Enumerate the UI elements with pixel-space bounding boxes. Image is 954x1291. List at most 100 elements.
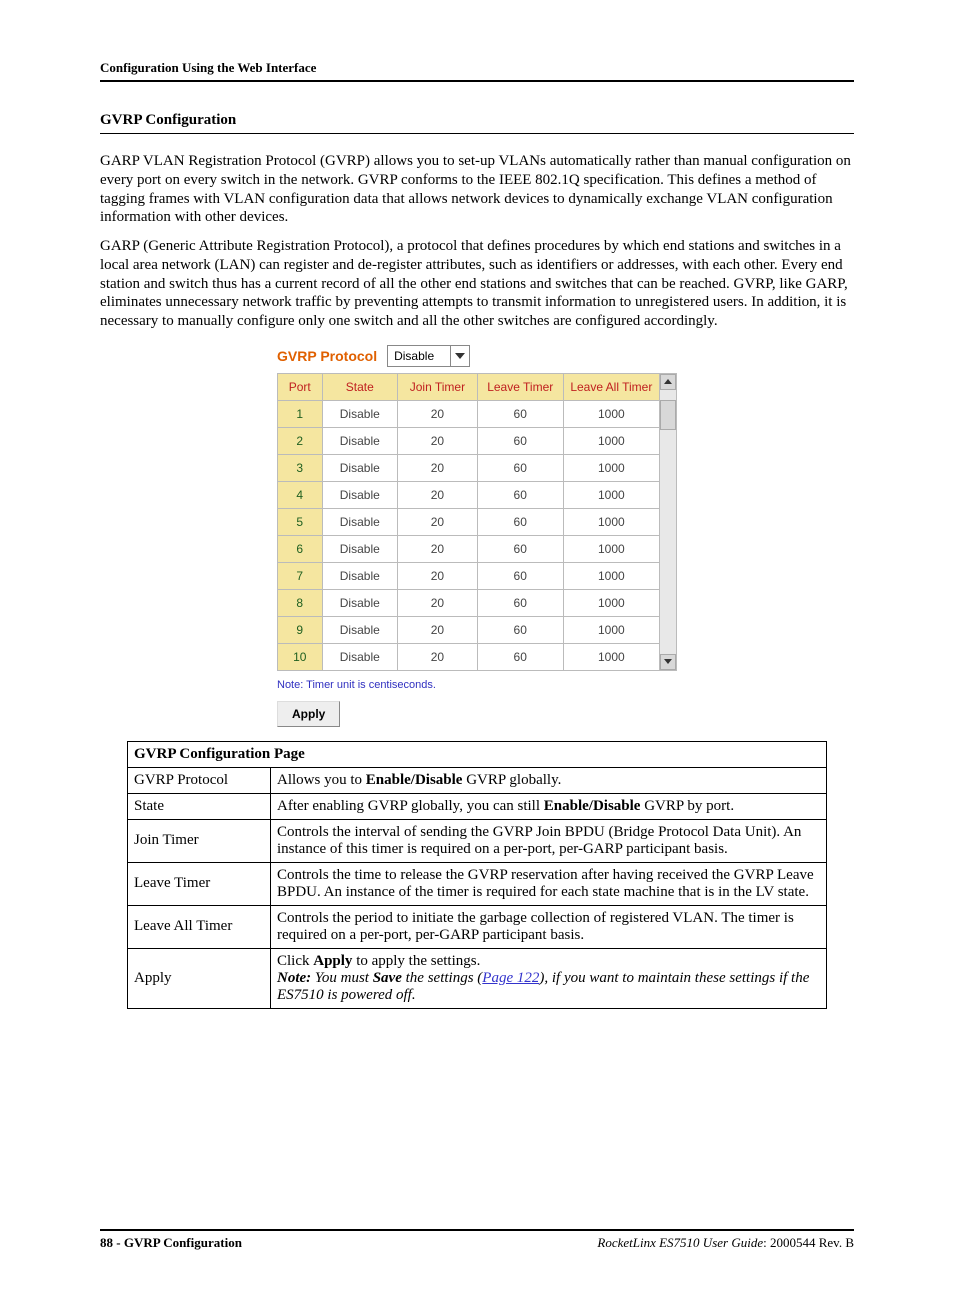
cell-state: Disable — [322, 481, 398, 508]
cell-join-timer: 20 — [398, 454, 478, 481]
desc-label-state: State — [128, 793, 271, 819]
page-122-link[interactable]: Page 122 — [482, 970, 539, 986]
section-title: GVRP Configuration — [100, 112, 854, 134]
gvrp-port-table: Port State Join Timer Leave Timer Leave … — [277, 373, 660, 671]
cell-leave-timer: 60 — [477, 454, 563, 481]
desc-label-gvrp-protocol: GVRP Protocol — [128, 767, 271, 793]
desc-text-gvrp-protocol: Allows you to Enable/Disable GVRP global… — [271, 767, 827, 793]
desc-text-leave-timer: Controls the time to release the GVRP re… — [271, 862, 827, 905]
table-row: 3Disable20601000 — [278, 454, 660, 481]
scroll-up-icon[interactable] — [660, 374, 676, 390]
cell-port: 5 — [278, 508, 323, 535]
cell-leave-all-timer: 1000 — [563, 427, 659, 454]
col-header-leave-timer: Leave Timer — [477, 373, 563, 400]
description-table: GVRP Configuration Page GVRP Protocol Al… — [127, 741, 827, 1009]
table-row: 9Disable20601000 — [278, 616, 660, 643]
cell-leave-all-timer: 1000 — [563, 589, 659, 616]
table-row: 1Disable20601000 — [278, 400, 660, 427]
cell-port: 3 — [278, 454, 323, 481]
page-header: Configuration Using the Web Interface — [100, 60, 854, 82]
apply-button[interactable]: Apply — [277, 701, 340, 727]
col-header-leave-all-timer: Leave All Timer — [563, 373, 659, 400]
cell-leave-timer: 60 — [477, 589, 563, 616]
scroll-track[interactable] — [660, 390, 676, 654]
cell-state: Disable — [322, 427, 398, 454]
cell-port: 1 — [278, 400, 323, 427]
cell-join-timer: 20 — [398, 589, 478, 616]
cell-state: Disable — [322, 589, 398, 616]
desc-text-state: After enabling GVRP globally, you can st… — [271, 793, 827, 819]
cell-leave-timer: 60 — [477, 508, 563, 535]
cell-state: Disable — [322, 616, 398, 643]
cell-leave-all-timer: 1000 — [563, 400, 659, 427]
cell-state: Disable — [322, 535, 398, 562]
cell-leave-timer: 60 — [477, 535, 563, 562]
cell-port: 10 — [278, 643, 323, 670]
cell-leave-all-timer: 1000 — [563, 616, 659, 643]
gvrp-protocol-label: GVRP Protocol — [277, 348, 377, 364]
cell-leave-all-timer: 1000 — [563, 535, 659, 562]
cell-leave-all-timer: 1000 — [563, 481, 659, 508]
cell-state: Disable — [322, 400, 398, 427]
scrollbar[interactable] — [660, 373, 677, 671]
cell-leave-timer: 60 — [477, 427, 563, 454]
col-header-state: State — [322, 373, 398, 400]
cell-leave-timer: 60 — [477, 616, 563, 643]
chevron-down-icon[interactable] — [450, 346, 469, 366]
desc-label-leave-timer: Leave Timer — [128, 862, 271, 905]
cell-join-timer: 20 — [398, 616, 478, 643]
gvrp-ui-panel: GVRP Protocol Disable Port State Join Ti… — [277, 345, 677, 727]
footer-left: 88 - GVRP Configuration — [100, 1235, 242, 1251]
cell-state: Disable — [322, 508, 398, 535]
col-header-join-timer: Join Timer — [398, 373, 478, 400]
cell-port: 8 — [278, 589, 323, 616]
cell-leave-all-timer: 1000 — [563, 562, 659, 589]
cell-join-timer: 20 — [398, 535, 478, 562]
desc-label-leave-all-timer: Leave All Timer — [128, 905, 271, 948]
cell-join-timer: 20 — [398, 481, 478, 508]
cell-port: 9 — [278, 616, 323, 643]
cell-join-timer: 20 — [398, 427, 478, 454]
cell-leave-all-timer: 1000 — [563, 643, 659, 670]
cell-leave-timer: 60 — [477, 643, 563, 670]
cell-state: Disable — [322, 643, 398, 670]
gvrp-protocol-select-value: Disable — [388, 349, 450, 363]
cell-leave-timer: 60 — [477, 562, 563, 589]
desc-text-leave-all-timer: Controls the period to initiate the garb… — [271, 905, 827, 948]
desc-text-join-timer: Controls the interval of sending the GVR… — [271, 819, 827, 862]
desc-title: GVRP Configuration Page — [128, 741, 827, 767]
footer-right: RocketLinx ES7510 User Guide: 2000544 Re… — [597, 1235, 854, 1251]
table-row: 10Disable20601000 — [278, 643, 660, 670]
cell-join-timer: 20 — [398, 508, 478, 535]
cell-join-timer: 20 — [398, 562, 478, 589]
timer-unit-note: Note: Timer unit is centiseconds. — [277, 679, 677, 691]
paragraph-1: GARP VLAN Registration Protocol (GVRP) a… — [100, 152, 854, 227]
cell-port: 4 — [278, 481, 323, 508]
cell-leave-timer: 60 — [477, 400, 563, 427]
cell-leave-timer: 60 — [477, 481, 563, 508]
cell-leave-all-timer: 1000 — [563, 454, 659, 481]
cell-state: Disable — [322, 562, 398, 589]
cell-leave-all-timer: 1000 — [563, 508, 659, 535]
scroll-thumb[interactable] — [660, 400, 676, 430]
page-footer: 88 - GVRP Configuration RocketLinx ES751… — [100, 1229, 854, 1251]
col-header-port: Port — [278, 373, 323, 400]
table-row: 2Disable20601000 — [278, 427, 660, 454]
cell-port: 6 — [278, 535, 323, 562]
cell-state: Disable — [322, 454, 398, 481]
table-row: 6Disable20601000 — [278, 535, 660, 562]
desc-label-join-timer: Join Timer — [128, 819, 271, 862]
table-row: 7Disable20601000 — [278, 562, 660, 589]
table-row: 5Disable20601000 — [278, 508, 660, 535]
scroll-down-icon[interactable] — [660, 654, 676, 670]
cell-join-timer: 20 — [398, 643, 478, 670]
table-row: 8Disable20601000 — [278, 589, 660, 616]
gvrp-protocol-select[interactable]: Disable — [387, 345, 470, 367]
paragraph-2: GARP (Generic Attribute Registration Pro… — [100, 237, 854, 331]
table-row: 4Disable20601000 — [278, 481, 660, 508]
desc-label-apply: Apply — [128, 948, 271, 1008]
cell-port: 7 — [278, 562, 323, 589]
cell-join-timer: 20 — [398, 400, 478, 427]
desc-text-apply: Click Apply to apply the settings. Note:… — [271, 948, 827, 1008]
cell-port: 2 — [278, 427, 323, 454]
